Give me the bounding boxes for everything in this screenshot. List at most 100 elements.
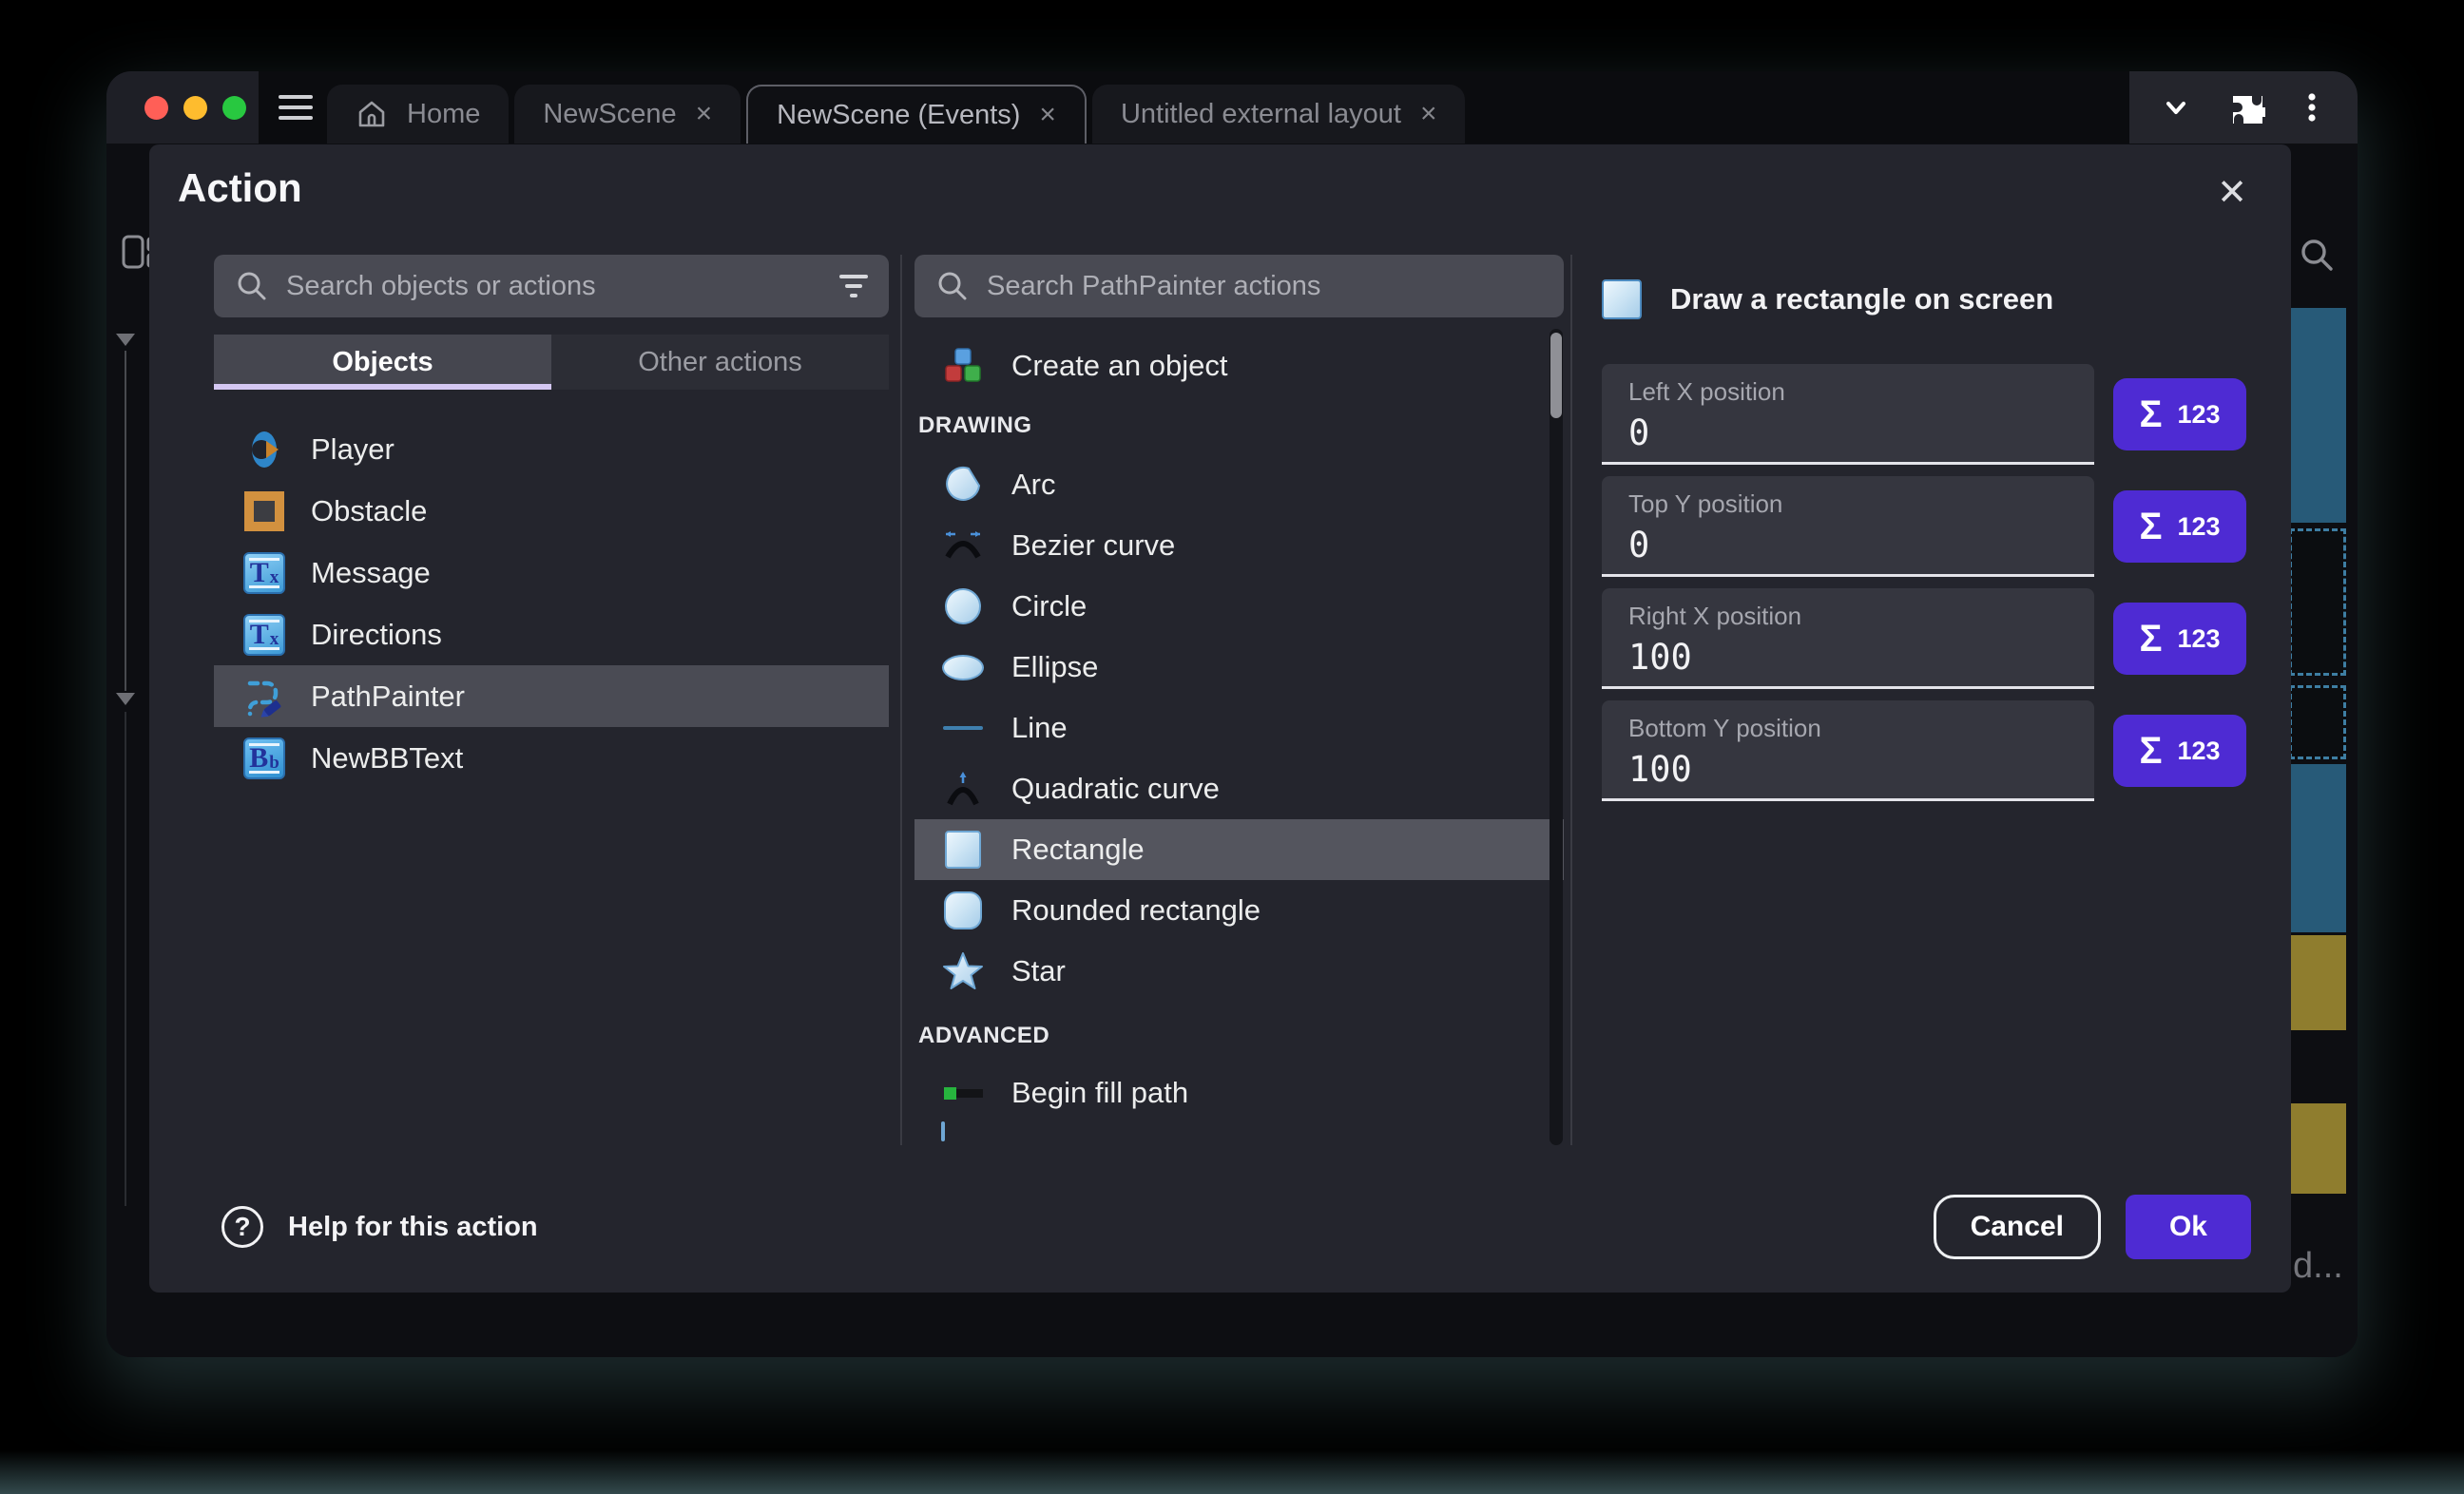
ok-button[interactable]: Ok <box>2126 1195 2251 1259</box>
field-value[interactable]: 0 <box>1628 412 2094 453</box>
tab-label: Home <box>407 99 480 130</box>
objects-search-input[interactable] <box>286 271 822 302</box>
actions-scrollbar[interactable] <box>1550 329 1563 1145</box>
action-item-rounded-rectangle[interactable]: Rounded rectangle <box>914 880 1564 941</box>
more-menu-kebab-icon[interactable] <box>2293 88 2331 126</box>
action-label: Ellipse <box>1011 650 1098 684</box>
minimize-window-button[interactable] <box>183 96 207 120</box>
truncated-background-text: d... <box>2293 1246 2343 1287</box>
ellipse-icon <box>941 645 985 689</box>
search-icon[interactable] <box>2297 235 2339 277</box>
tab-home[interactable]: Home <box>327 85 509 144</box>
sigma-icon: Σ <box>2139 506 2162 548</box>
object-label: Directions <box>311 618 442 652</box>
main-menu-icon[interactable] <box>279 90 313 124</box>
top-y-position-field[interactable]: Top Y position 0 <box>1602 476 2094 577</box>
action-item-circle[interactable]: Circle <box>914 576 1564 637</box>
close-window-button[interactable] <box>144 96 168 120</box>
action-item-quadratic-curve[interactable]: Quadratic curve <box>914 758 1564 819</box>
action-item-bezier-curve[interactable]: Bezier curve <box>914 515 1564 576</box>
field-value[interactable]: 100 <box>1628 637 2094 678</box>
action-item-rectangle[interactable]: Rectangle <box>914 819 1564 880</box>
close-tab-icon[interactable]: × <box>1039 101 1056 129</box>
expression-123-label: 123 <box>2177 737 2220 766</box>
action-item-partial[interactable] <box>914 1123 1564 1140</box>
object-label: Message <box>311 556 431 590</box>
close-dialog-icon[interactable]: ✕ <box>2217 175 2247 211</box>
expression-editor-button[interactable]: Σ 123 <box>2113 378 2246 450</box>
bottom-y-position-field[interactable]: Bottom Y position 100 <box>1602 700 2094 801</box>
action-item-star[interactable]: Star <box>914 941 1564 1002</box>
filter-icon[interactable] <box>839 275 868 297</box>
tab-untitled-external-layout[interactable]: Untitled external layout × <box>1092 85 1466 144</box>
action-item-create-object[interactable]: Create an object <box>914 335 1564 397</box>
cancel-button[interactable]: Cancel <box>1934 1195 2101 1259</box>
object-label: Obstacle <box>311 494 427 528</box>
line-icon <box>941 706 985 750</box>
action-dialog: Action ✕ Objects Other actions <box>149 144 2291 1293</box>
tab-label: Other actions <box>638 347 801 378</box>
expression-editor-button[interactable]: Σ 123 <box>2113 603 2246 675</box>
tab-other-actions[interactable]: Other actions <box>551 335 889 390</box>
action-label: Begin fill path <box>1011 1076 1188 1110</box>
tab-bar: Home NewScene × NewScene (Events) × Unti… <box>327 85 1471 144</box>
tree-collapse-icon[interactable] <box>116 693 135 705</box>
object-list: Player Obstacle Tx Message Tx Directi <box>214 418 889 789</box>
tab-objects[interactable]: Objects <box>214 335 551 390</box>
object-item-message[interactable]: Tx Message <box>214 542 889 603</box>
parameter-row: Bottom Y position 100 Σ 123 <box>1602 700 2267 801</box>
quadratic-curve-icon <box>941 767 985 811</box>
create-object-icon <box>941 344 985 388</box>
tab-newscene-events[interactable]: NewScene (Events) × <box>746 85 1087 144</box>
event-block <box>2289 935 2346 1030</box>
parameter-row: Top Y position 0 Σ 123 <box>1602 476 2267 577</box>
object-label: PathPainter <box>311 680 465 714</box>
footer-buttons: Cancel Ok <box>1934 1195 2251 1259</box>
search-icon <box>935 269 970 303</box>
expression-editor-button[interactable]: Σ 123 <box>2113 490 2246 563</box>
sigma-icon: Σ <box>2139 730 2162 773</box>
action-label: Star <box>1011 954 1066 988</box>
action-label: Circle <box>1011 589 1087 623</box>
text-object-icon: Tx <box>242 613 286 657</box>
action-label: Rectangle <box>1011 833 1145 867</box>
action-label: Quadratic curve <box>1011 772 1220 806</box>
close-tab-icon[interactable]: × <box>1420 100 1437 128</box>
action-item-ellipse[interactable]: Ellipse <box>914 637 1564 698</box>
object-item-newbbtext[interactable]: Bb NewBBText <box>214 727 889 789</box>
object-item-directions[interactable]: Tx Directions <box>214 603 889 665</box>
obstacle-icon <box>242 489 286 533</box>
scrollbar-thumb[interactable] <box>1550 333 1562 418</box>
action-label: Create an object <box>1011 349 1227 383</box>
extensions-puzzle-icon[interactable] <box>2222 86 2265 129</box>
tab-newscene[interactable]: NewScene × <box>514 85 741 144</box>
action-list: Create an object DRAWING Arc <box>914 329 1564 1145</box>
field-value[interactable]: 0 <box>1628 525 2094 565</box>
bbtext-icon: Bb <box>242 737 286 780</box>
home-icon <box>356 98 388 130</box>
action-item-line[interactable]: Line <box>914 698 1564 758</box>
close-tab-icon[interactable]: × <box>696 100 713 128</box>
left-x-position-field[interactable]: Left X position 0 <box>1602 364 2094 465</box>
actions-search-input[interactable] <box>987 271 1543 302</box>
zoom-window-button[interactable] <box>222 96 246 120</box>
tab-label: Untitled external layout <box>1121 99 1401 130</box>
object-item-obstacle[interactable]: Obstacle <box>214 480 889 542</box>
help-link[interactable]: ? Help for this action <box>221 1206 538 1248</box>
object-item-pathpainter[interactable]: PathPainter <box>214 665 889 727</box>
app-window: Home NewScene × NewScene (Events) × Unti… <box>106 71 2358 1357</box>
action-item-arc[interactable]: Arc <box>914 454 1564 515</box>
field-value[interactable]: 100 <box>1628 749 2094 790</box>
section-header-drawing: DRAWING <box>914 397 1564 454</box>
arc-icon <box>941 463 985 507</box>
field-label: Right X position <box>1628 602 2094 631</box>
expression-editor-button[interactable]: Σ 123 <box>2113 715 2246 787</box>
event-block-empty <box>2289 528 2346 676</box>
tree-collapse-icon[interactable] <box>116 334 135 346</box>
event-block <box>2289 308 2346 523</box>
action-item-begin-fill-path[interactable]: Begin fill path <box>914 1063 1564 1123</box>
right-x-position-field[interactable]: Right X position 100 <box>1602 588 2094 689</box>
action-config-header: Draw a rectangle on screen <box>1602 279 2267 319</box>
object-item-player[interactable]: Player <box>214 418 889 480</box>
chevron-down-icon[interactable] <box>2157 88 2195 126</box>
